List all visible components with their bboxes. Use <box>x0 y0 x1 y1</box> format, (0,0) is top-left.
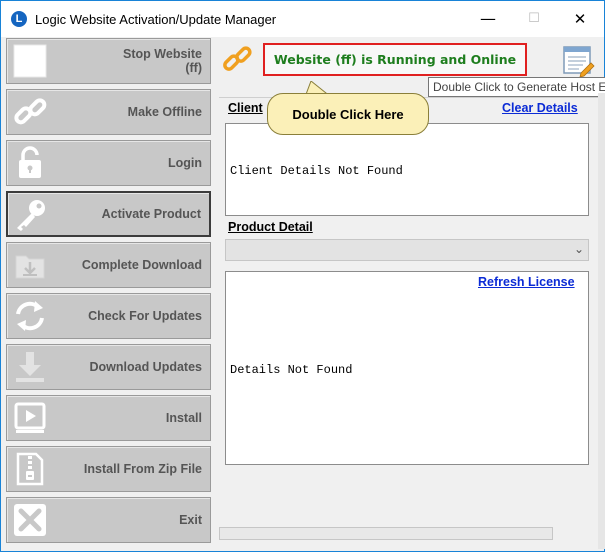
download-arrow-icon <box>16 352 44 382</box>
login-label: Login <box>167 156 202 170</box>
product-details-panel[interactable]: Refresh License Details Not Found <box>225 271 589 465</box>
activate-product-button[interactable]: Activate Product <box>6 191 211 237</box>
folder-download-icon <box>15 255 45 279</box>
double-click-callout: Double Click Here <box>267 93 429 135</box>
complete-download-label: Complete Download <box>81 258 202 272</box>
exit-button[interactable]: Exit <box>6 497 211 543</box>
login-button[interactable]: Login <box>6 140 211 186</box>
client-details-text: Client Details Not Found <box>230 164 403 178</box>
right-edge-strip <box>598 93 605 549</box>
notepad-icon[interactable] <box>561 43 595 77</box>
product-details-text: Details Not Found <box>230 363 353 377</box>
play-install-icon <box>14 402 46 433</box>
horizontal-scrollbar[interactable] <box>219 527 553 540</box>
stop-website-button[interactable]: Stop Website (ff) <box>6 38 211 84</box>
install-from-zip-button[interactable]: Install From Zip File <box>6 446 211 492</box>
key-icon <box>17 200 45 231</box>
clear-details-link[interactable]: Clear Details <box>502 101 578 115</box>
chain-link-icon[interactable] <box>223 45 253 75</box>
zip-file-icon <box>16 452 44 486</box>
product-select[interactable]: ⌄ <box>225 239 589 261</box>
chevron-down-icon[interactable]: ⌄ <box>574 242 584 256</box>
maximize-button[interactable]: ☐ <box>511 1 557 37</box>
link-icon <box>14 98 47 125</box>
app-logo-icon: L <box>11 11 27 27</box>
make-offline-button[interactable]: Make Offline <box>6 89 211 135</box>
refresh-license-link[interactable]: Refresh License <box>478 275 575 289</box>
download-updates-label: Download Updates <box>89 360 202 374</box>
stop-website-label: Stop Website <box>123 47 202 61</box>
refresh-arrows-icon <box>16 301 44 331</box>
stop-square-icon <box>13 44 47 78</box>
host-entry-tooltip: Double Click to Generate Host Entry <box>428 77 605 97</box>
stop-website-sublabel: (ff) <box>185 61 202 75</box>
lock-open-icon <box>19 146 41 178</box>
complete-download-button[interactable]: Complete Download <box>6 242 211 288</box>
download-updates-button[interactable]: Download Updates <box>6 344 211 390</box>
product-detail-label: Product Detail <box>228 220 313 234</box>
check-for-updates-label: Check For Updates <box>88 309 202 323</box>
website-status-banner: Website (ff) is Running and Online <box>263 43 527 76</box>
install-label: Install <box>165 411 202 425</box>
title-bar[interactable]: L Logic Website Activation/Update Manage… <box>1 1 604 37</box>
install-from-zip-label: Install From Zip File <box>83 462 202 476</box>
window-title: Logic Website Activation/Update Manager <box>35 12 277 27</box>
main-window: L Logic Website Activation/Update Manage… <box>0 0 605 552</box>
check-for-updates-button[interactable]: Check For Updates <box>6 293 211 339</box>
client-details-panel[interactable]: Client Details Not Found <box>225 123 589 216</box>
minimize-button[interactable]: — <box>465 1 511 37</box>
close-button[interactable]: ✕ <box>557 1 603 37</box>
make-offline-label: Make Offline <box>127 105 202 119</box>
exit-label: Exit <box>179 513 202 527</box>
client-label: Client <box>228 101 263 115</box>
install-button[interactable]: Install <box>6 395 211 441</box>
close-x-icon <box>14 504 46 536</box>
activate-product-label: Activate Product <box>101 207 201 221</box>
